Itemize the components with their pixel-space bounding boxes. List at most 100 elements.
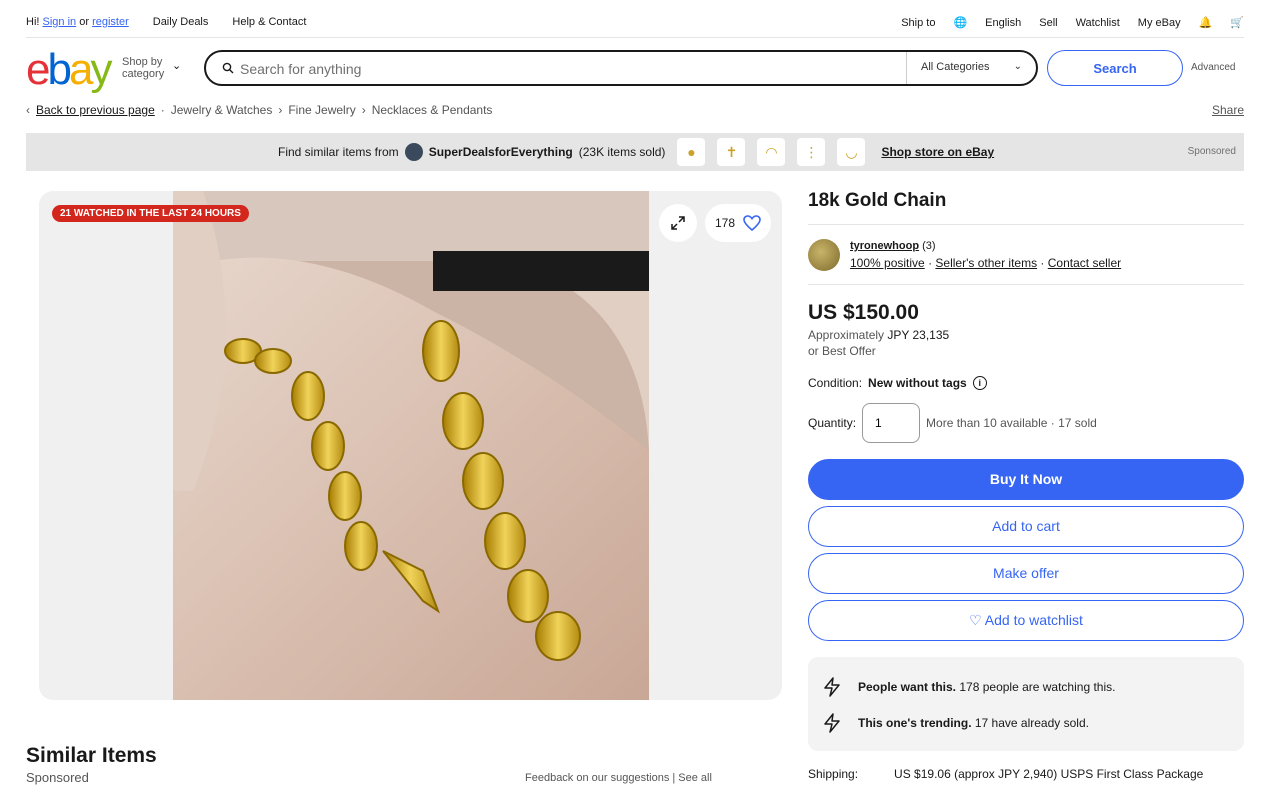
chevron-right-icon: › (361, 103, 366, 117)
heart-icon (743, 215, 761, 231)
similar-sponsored-label: Sponsored (26, 770, 89, 785)
chevron-down-icon: ⌄ (1013, 61, 1022, 72)
urgency-row: People want this. 178 people are watchin… (820, 669, 1232, 705)
urgency-title: This one's trending. (858, 716, 972, 730)
watch-count-button[interactable]: 178 (705, 204, 771, 242)
shipping-row: Shipping: US $19.06 (approx JPY 2,940) U… (808, 767, 1203, 781)
chevron-down-icon: ⌄ (172, 60, 182, 72)
urgency-text: 178 people are watching this. (959, 680, 1116, 694)
urgency-title: People want this. (858, 680, 957, 694)
store-banner: Find similar items from SuperDealsforEve… (26, 133, 1244, 171)
quantity-row: Quantity: More than 10 available · 17 so… (808, 403, 1244, 443)
language-selector[interactable]: English (985, 17, 1021, 29)
top-utility-bar: Hi! Sign in or register Daily Deals Help… (26, 14, 1244, 38)
item-price: US $150.00 (808, 301, 919, 324)
quantity-input[interactable] (862, 403, 921, 443)
shipping-value: US $19.06 (approx JPY 2,940) USPS First … (894, 767, 1204, 781)
lightning-icon (820, 711, 844, 735)
make-offer-button[interactable]: Make offer (808, 553, 1244, 594)
urgency-row: This one's trending. 17 have already sol… (820, 705, 1232, 741)
item-title: 18k Gold Chain (808, 190, 1244, 225)
urgency-signals: People want this. 178 people are watchin… (808, 657, 1244, 751)
cart-icon[interactable]: 🛒 (1230, 16, 1244, 29)
breadcrumb-separator: · (160, 103, 165, 117)
store-item-thumbnail[interactable]: ✝ (717, 138, 746, 166)
category-select-label: All Categories (921, 61, 990, 73)
approx-prefix: Approximately (808, 328, 885, 342)
watch-count: 178 (714, 216, 736, 230)
similar-items-heading: Similar Items (26, 744, 157, 767)
store-avatar (404, 143, 423, 161)
or-text: or (79, 16, 89, 28)
shop-by-category-button[interactable]: Shop by category ⌄ (122, 56, 181, 80)
greeting-prefix: Hi! (26, 16, 40, 28)
search-input[interactable] (240, 58, 890, 80)
help-contact-link[interactable]: Help & Contact (232, 16, 306, 28)
shop-by-line1: Shop by (122, 56, 163, 68)
back-link[interactable]: Back to previous page (36, 103, 155, 117)
expand-icon (671, 216, 685, 230)
breadcrumb-item[interactable]: Fine Jewelry (288, 103, 355, 117)
seller-name-link[interactable]: tyronewhoop (850, 240, 919, 252)
site-header: ebay Shop by category ⌄ All Categories ⌄… (26, 48, 1244, 92)
quantity-label: Quantity: (808, 416, 857, 430)
item-details-panel: 18k Gold Chain tyronewhoop (3) 100% posi… (808, 190, 1244, 751)
sign-in-link[interactable]: Sign in (43, 16, 77, 28)
advanced-search-link[interactable]: Advanced (1191, 62, 1235, 73)
approx-price: Approximately JPY 23,135 (808, 328, 1244, 342)
chevron-right-icon: › (278, 103, 283, 117)
search-button[interactable]: Search (1047, 50, 1183, 86)
watchlist-link[interactable]: Watchlist (1076, 17, 1120, 29)
expand-image-button[interactable] (659, 204, 697, 242)
breadcrumb-item[interactable]: Jewelry & Watches (171, 103, 273, 117)
positive-feedback-link[interactable]: 100% positive (850, 256, 925, 270)
seller-card: tyronewhoop (3) 100% positive · Seller's… (808, 225, 1244, 285)
info-icon[interactable]: i (972, 376, 987, 390)
buy-it-now-button[interactable]: Buy It Now (808, 459, 1244, 500)
seller-other-items-link[interactable]: Seller's other items (935, 256, 1037, 270)
availability-text: More than 10 available · 17 sold (926, 416, 1097, 430)
lightning-icon (820, 675, 844, 699)
my-ebay-link[interactable]: My eBay (1138, 17, 1181, 29)
ebay-logo[interactable]: ebay (26, 48, 112, 92)
search-icon (222, 62, 234, 74)
bell-icon[interactable]: 🔔 (1199, 16, 1213, 29)
store-item-thumbnail[interactable]: ◡ (837, 138, 866, 166)
globe-icon: 🌐 (953, 17, 968, 29)
breadcrumb-item[interactable]: Necklaces & Pendants (372, 103, 493, 117)
store-item-thumbnail[interactable]: ◠ (757, 138, 786, 166)
condition-label: Condition: (808, 376, 863, 390)
add-to-cart-button[interactable]: Add to cart (808, 506, 1244, 547)
watched-badge: 21 WATCHED IN THE LAST 24 HOURS (52, 205, 249, 222)
contact-seller-link[interactable]: Contact seller (1048, 256, 1121, 270)
urgency-text: 17 have already sold. (974, 716, 1089, 730)
shipping-label: Shipping: (808, 767, 859, 781)
register-link[interactable]: register (92, 16, 129, 28)
sponsored-label: Sponsored (1187, 146, 1236, 157)
ship-to-button[interactable]: Ship to (901, 17, 935, 29)
sell-link[interactable]: Sell (1039, 17, 1057, 29)
shop-by-line2: category (122, 68, 165, 80)
condition-value: New without tags (868, 376, 967, 390)
find-similar-text: Find similar items from (278, 145, 399, 159)
breadcrumb: ‹ Back to previous page · Jewelry & Watc… (26, 102, 1244, 118)
shop-store-link[interactable]: Shop store on eBay (881, 145, 994, 159)
feedback-see-all-links[interactable]: Feedback on our suggestions | See all (525, 772, 712, 784)
chevron-left-icon: ‹ (26, 103, 30, 117)
share-link[interactable]: Share (1212, 103, 1244, 117)
daily-deals-link[interactable]: Daily Deals (153, 16, 209, 28)
best-offer-text: or Best Offer (808, 344, 876, 358)
search-bar: All Categories ⌄ (204, 50, 1038, 86)
store-item-thumbnail[interactable]: ● (677, 138, 706, 166)
add-to-watchlist-button[interactable]: ♡ Add to watchlist (808, 600, 1244, 641)
category-select[interactable]: All Categories ⌄ (906, 52, 1036, 84)
condition-row: Condition: New without tags i (808, 376, 1244, 390)
seller-score: (3) (922, 240, 936, 252)
product-image[interactable] (173, 191, 649, 700)
seller-avatar[interactable] (808, 239, 840, 271)
greeting: Hi! Sign in or register (26, 16, 129, 28)
store-name-link[interactable]: SuperDealsforEverything (429, 145, 573, 159)
store-item-thumbnail[interactable]: ⋮ (797, 138, 826, 166)
approx-value: JPY 23,135 (887, 328, 950, 342)
items-sold-text: (23K items sold) (578, 145, 666, 159)
